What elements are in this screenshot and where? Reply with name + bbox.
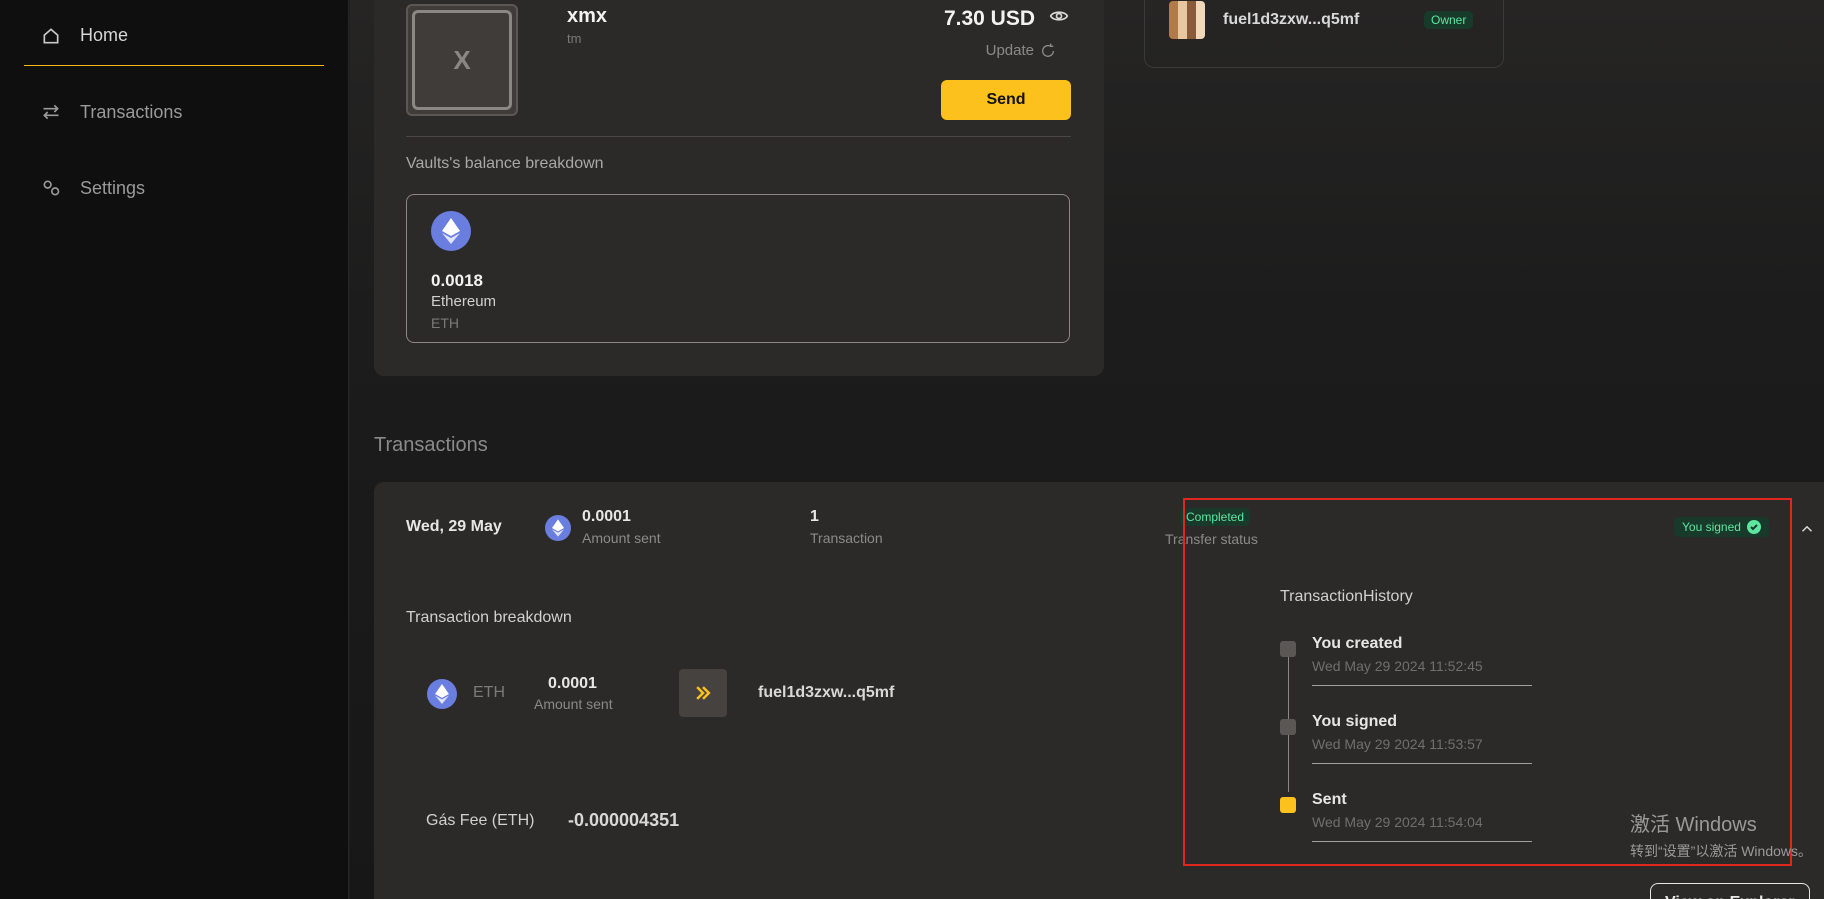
history-time: Wed May 29 2024 11:52:45 xyxy=(1312,658,1483,674)
asset-card-eth: 0.0018 Ethereum ETH xyxy=(406,194,1070,343)
sidebar-item-label: Transactions xyxy=(80,101,183,122)
balance-value: 7.30 USD xyxy=(943,7,1035,30)
transaction-card: Wed, 29 May 0.0001 Amount sent 1 Transac… xyxy=(374,482,1824,899)
sidebar-item-home[interactable]: Home xyxy=(24,6,324,66)
vault-balance: 7.30 USD xyxy=(944,6,1069,32)
sidebar: Home Transactions Settings xyxy=(0,0,349,899)
vault-description: tm xyxy=(567,31,582,46)
history-dot xyxy=(1280,641,1296,657)
breakdown-amount-label: Amount sent xyxy=(534,696,613,712)
signed-label: You signed xyxy=(1682,520,1741,534)
history-title: TransactionHistory xyxy=(1280,588,1413,605)
update-label: Update xyxy=(985,42,1034,59)
asset-name: Ethereum xyxy=(431,293,497,310)
vault-name: xmx xyxy=(567,5,608,27)
double-chevron-right-icon xyxy=(679,669,727,717)
history-divider xyxy=(1312,685,1532,686)
history-divider xyxy=(1312,841,1532,842)
status-label: Transfer status xyxy=(1165,531,1258,547)
members-card: fuel1d3zxw...q5mf Owner xyxy=(1144,0,1504,68)
tx-date: Wed, 29 May xyxy=(406,518,502,535)
status-badge: Completed xyxy=(1180,508,1251,526)
vault-avatar: X xyxy=(406,4,518,116)
history-dot xyxy=(1280,719,1296,735)
member-address: fuel1d3zxw...q5mf xyxy=(1223,11,1360,28)
update-button[interactable]: Update xyxy=(986,42,1056,59)
ethereum-icon xyxy=(431,211,471,251)
watermark-line-2: 转到“设置”以激活 Windows。 xyxy=(1630,843,1813,859)
home-icon xyxy=(40,25,62,47)
windows-activation-watermark: 激活 Windows 转到“设置”以激活 Windows。 xyxy=(1630,808,1812,861)
sidebar-item-label: Home xyxy=(80,25,129,45)
history-label: Sent xyxy=(1312,791,1347,808)
history-label: You created xyxy=(1312,635,1403,652)
history-label: You signed xyxy=(1312,713,1398,730)
breakdown-amount: 0.0001 xyxy=(548,675,597,692)
history-time: Wed May 29 2024 11:54:04 xyxy=(1312,814,1483,830)
member-avatar xyxy=(1169,1,1205,39)
tx-amount-label: Amount sent xyxy=(582,530,661,546)
refresh-icon xyxy=(1042,43,1054,57)
tx-count-label: Transaction xyxy=(810,530,883,546)
history-divider xyxy=(1312,763,1532,764)
vault-avatar-letter: X xyxy=(412,10,512,110)
settings-icon xyxy=(40,177,62,199)
sidebar-item-settings[interactable]: Settings xyxy=(24,158,324,218)
breakdown-symbol: ETH xyxy=(473,684,505,701)
transactions-title: Transactions xyxy=(374,434,488,456)
ethereum-icon xyxy=(545,515,571,541)
sidebar-item-label: Settings xyxy=(80,177,146,198)
card-divider xyxy=(406,136,1071,137)
main-content: X xmx tm 7.30 USD Update Send Vaults's b… xyxy=(350,0,1824,899)
sidebar-item-transactions[interactable]: Transactions xyxy=(24,82,324,142)
tx-count: 1 xyxy=(810,508,819,525)
balance-breakdown-label: Vaults's balance breakdown xyxy=(406,155,604,172)
vault-card: X xmx tm 7.30 USD Update Send Vaults's b… xyxy=(374,0,1104,376)
ethereum-icon xyxy=(427,679,457,709)
view-on-explorer-button[interactable]: View on Explorer xyxy=(1650,883,1810,899)
tx-amount: 0.0001 xyxy=(582,508,631,525)
arrows-swap-icon xyxy=(40,101,62,123)
gas-fee-label: Gás Fee (ETH) xyxy=(426,812,535,829)
owner-badge: Owner xyxy=(1424,11,1474,29)
send-button[interactable]: Send xyxy=(941,80,1071,120)
asset-symbol: ETH xyxy=(431,315,459,331)
watermark-line-1: 激活 Windows xyxy=(1630,814,1757,836)
eye-icon[interactable] xyxy=(1049,6,1069,32)
history-dot-current xyxy=(1280,797,1296,813)
check-icon xyxy=(1746,520,1761,534)
transaction-breakdown-title: Transaction breakdown xyxy=(406,609,572,626)
gas-fee-value: -0.000004351 xyxy=(568,810,680,830)
history-time: Wed May 29 2024 11:53:57 xyxy=(1312,736,1483,752)
chevron-up-icon[interactable] xyxy=(1798,520,1816,538)
breakdown-recipient: fuel1d3zxw...q5mf xyxy=(758,684,895,701)
asset-amount: 0.0018 xyxy=(431,271,483,290)
signed-badge: You signed xyxy=(1674,517,1769,537)
